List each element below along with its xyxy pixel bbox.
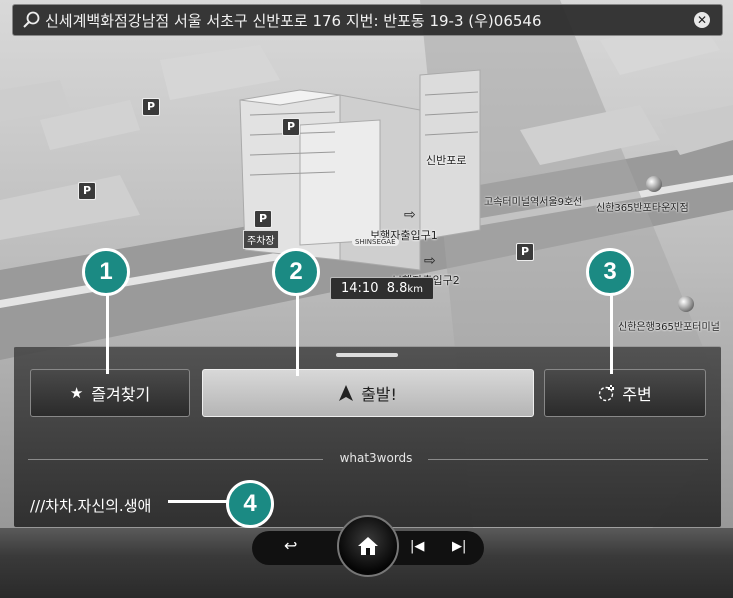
star-icon: ★ (69, 384, 84, 402)
back-arrow-icon[interactable]: ↩ (284, 536, 297, 555)
callout-3: 3 (586, 248, 634, 296)
exit-icon: ⇨ (424, 253, 436, 269)
callout-leader (106, 290, 109, 374)
parking-label: 주차장 (243, 230, 279, 249)
bank-label-2: 신한은행365반포터미널 (618, 322, 720, 333)
destination-panel: ★ 즐겨찾기 출발! 주변 what3words ///차차.자신의.생애 (14, 346, 721, 527)
eta-distance: 8.8 (386, 281, 408, 296)
parking-icon: P (254, 210, 272, 228)
exit-icon: ⇨ (404, 207, 416, 223)
callout-2: 2 (272, 248, 320, 296)
bank-icon (646, 176, 662, 192)
callout-leader (610, 290, 613, 374)
eta-unit: km (407, 284, 423, 295)
favorites-label: 즐겨찾기 (91, 385, 151, 404)
bottom-control-bar: ↩ |◀ ▶| (0, 515, 733, 598)
road-label: 신반포로 (426, 154, 467, 167)
parking-icon: P (282, 118, 300, 136)
search-bar[interactable]: 신세계백화점강남점 서울 서초구 신반포로 176 지번: 반포동 19-3 (… (12, 4, 723, 36)
home-icon (358, 537, 378, 555)
favorites-button[interactable]: ★ 즐겨찾기 (30, 369, 190, 417)
nearby-flag-icon (599, 385, 615, 402)
divider-line (428, 459, 708, 460)
callout-leader (168, 500, 228, 503)
parking-icon: P (516, 243, 534, 261)
close-circle-icon[interactable]: ✕ (694, 12, 710, 28)
search-icon (23, 11, 40, 28)
callout-1: 1 (82, 248, 130, 296)
nearby-button[interactable]: 주변 (544, 369, 706, 417)
search-address[interactable]: 신세계백화점강남점 서울 서초구 신반포로 176 지번: 반포동 19-3 (… (45, 10, 542, 31)
w3w-divider: what3words (28, 451, 708, 467)
nearby-label: 주변 (622, 385, 652, 404)
start-navigation-button[interactable]: 출발! (202, 369, 534, 417)
eta-time: 14:10 (341, 281, 379, 296)
station-label: 고속터미널역서울9호선 (484, 197, 583, 208)
callout-4: 4 (226, 480, 274, 528)
w3w-address[interactable]: ///차차.자신의.생애 (30, 495, 151, 516)
bank-icon (678, 296, 694, 312)
start-label: 출발! (361, 385, 397, 404)
parking-icon: P (78, 182, 96, 200)
skip-previous-icon[interactable]: |◀ (410, 539, 424, 554)
eta-badge: 14:10 8.8km (330, 277, 434, 300)
navigation-arrow-icon (339, 385, 354, 401)
drag-handle[interactable] (336, 353, 398, 357)
divider-line (28, 459, 323, 460)
skip-next-icon[interactable]: ▶| (452, 539, 466, 554)
callout-leader (296, 290, 299, 376)
w3w-label: what3words (339, 451, 413, 465)
parking-icon: P (142, 98, 160, 116)
home-button[interactable] (337, 515, 399, 577)
bank-label-1: 신한365반포타운지점 (596, 203, 689, 214)
brand-label: SHINSEGAE (352, 238, 399, 246)
